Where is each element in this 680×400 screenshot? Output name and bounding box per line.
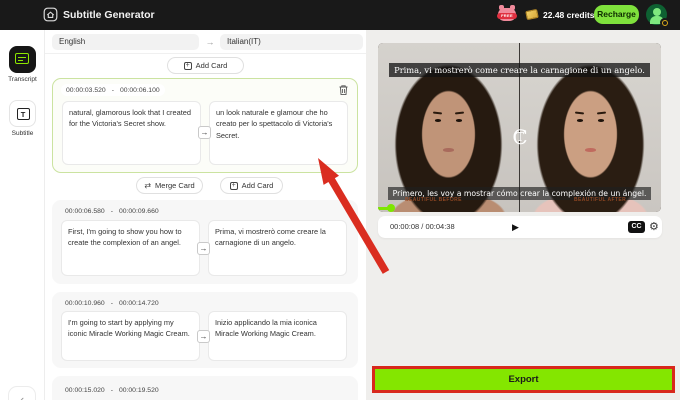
start-time: 00:00:15.020 [65,386,105,394]
merge-icon: ⇄ [144,180,152,190]
sidebar: Transcript T Subtitle ‹ [0,30,45,400]
source-language-field[interactable]: English [52,34,199,50]
membership-badge-icon [660,18,669,27]
add-card-top-button[interactable]: + Add Card [167,57,244,74]
sidebar-label-subtitle: Subtitle [11,130,34,137]
end-time: 00:00:09.660 [118,207,159,215]
transcript-icon [15,53,29,64]
merge-card-button[interactable]: ⇄ Merge Card [136,177,203,194]
divider [45,53,366,54]
add-card-icon: + [229,181,238,190]
sidebar-item-subtitle[interactable]: T [9,100,36,127]
sidebar-item-transcript[interactable] [9,46,36,73]
language-arrow-icon: → [205,37,215,47]
piggy-bank-promo-icon[interactable]: FREE [497,5,517,23]
translate-arrow-button[interactable]: → [198,126,211,139]
source-text-input[interactable]: I'm going to start by applying my iconic… [61,311,200,361]
export-button[interactable]: Export [375,369,672,390]
source-text-input[interactable]: First, I'm going to show you how to crea… [61,220,200,276]
target-text-input[interactable]: un look naturale e glamour che ho creato… [209,101,348,165]
promo-badge: FREE [497,13,517,19]
add-card-icon: + [183,61,192,70]
recharge-button[interactable]: Recharge [594,5,639,24]
subtitle-icon: T [16,108,30,120]
settings-gear-icon[interactable]: ⚙ [649,216,659,238]
timestamp-range[interactable]: 00:00:10.960 - 00:00:14.720 [60,297,164,309]
time-separator: - [110,386,113,394]
subtitle-card[interactable]: 00:00:10.960 - 00:00:14.720 I'm going to… [52,292,358,368]
source-text-input[interactable]: natural, glamorous look that I created f… [62,101,201,165]
timestamp-range[interactable]: 00:00:15.020 - 00:00:19.520 [60,384,164,396]
time-display: 00:00:08 / 00:04:38 [390,222,455,231]
subtitle-card[interactable]: 00:00:06.580 - 00:00:09.660 First, I'm g… [52,200,358,284]
video-player[interactable]: Prima, vi mostrerò come creare la carnag… [378,43,661,212]
translate-arrow-button[interactable]: → [197,242,210,255]
subtitle-generator-app: Subtitle Generator FREE 22.48 credits le… [0,0,680,400]
home-icon[interactable] [43,7,58,22]
collapse-sidebar-button[interactable]: ‹ [8,386,36,400]
video-progress-handle[interactable] [387,204,395,212]
target-text-input[interactable]: Inizio applicando la mia iconica Miracle… [208,311,347,361]
start-time: 00:00:06.580 [65,207,105,215]
watermark-before: BEAUTIFUL BEFORE [405,197,462,203]
timestamp-range[interactable]: 00:00:03.520 - 00:00:06.100 [61,84,165,96]
target-language-field[interactable]: Italian(IT) [220,34,363,50]
sidebar-label-transcript: Transcript [8,76,37,83]
subtitle-card[interactable]: 00:00:03.520 - 00:00:06.100 natural, gla… [52,78,358,173]
translate-arrow-button[interactable]: → [197,330,210,343]
end-time: 00:00:06.100 [119,86,160,94]
brand-monogram-icon: C T [512,125,528,149]
delete-card-icon[interactable] [338,84,349,96]
end-time: 00:00:14.720 [118,299,159,307]
user-avatar[interactable] [646,4,669,27]
coin-icon [525,8,539,21]
watermark-after: BEAUTIFUL AFTER [574,197,627,203]
time-separator: - [111,86,114,94]
time-separator: - [110,299,113,307]
end-time: 00:00:19.520 [118,386,159,394]
target-text-input[interactable]: Prima, vi mostrerò come creare la carnag… [208,220,347,276]
export-highlight-annotation: Export [372,366,675,393]
subtitle-card[interactable]: 00:00:15.020 - 00:00:19.520 [52,376,358,400]
time-separator: - [110,207,113,215]
avatar-head [652,7,661,16]
add-card-mid-button[interactable]: + Add Card [220,177,283,194]
start-time: 00:00:10.960 [65,299,105,307]
timestamp-range[interactable]: 00:00:06.580 - 00:00:09.660 [60,205,164,217]
app-title: Subtitle Generator [63,9,155,21]
cc-toggle-button[interactable]: CC [628,221,645,233]
start-time: 00:00:03.520 [66,86,106,94]
video-subtitle-top: Prima, vi mostrerò come creare la carnag… [378,60,661,78]
player-controls: 00:00:08 / 00:04:38 ▶ CC ⚙ [378,216,662,238]
topbar: Subtitle Generator FREE 22.48 credits le… [0,0,680,30]
play-button[interactable]: ▶ [512,216,519,238]
